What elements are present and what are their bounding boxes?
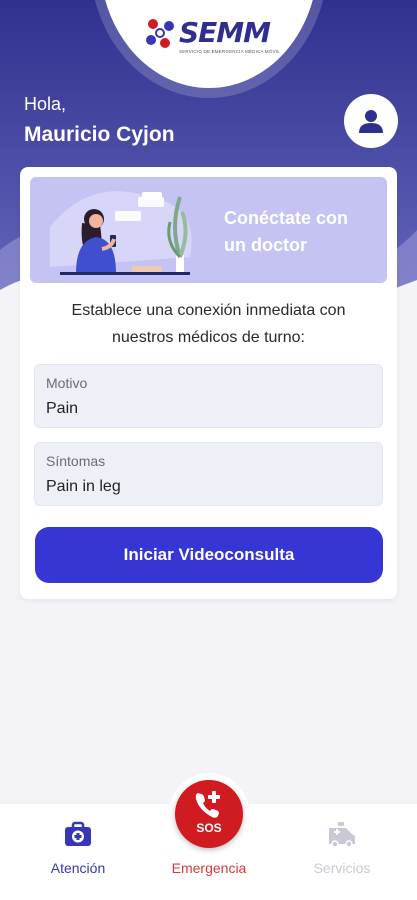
nav-label-atencion: Atención <box>50 860 106 876</box>
brand-subtitle: SERVICIO DE EMERGENCIA MÉDICA MÓVIL <box>179 49 280 54</box>
sintomas-value[interactable]: Pain in leg <box>46 478 121 496</box>
user-name: Mauricio Cyjon <box>24 123 175 146</box>
cross-logo-icon <box>146 19 174 48</box>
user-icon <box>359 110 383 133</box>
sos-label: SOS <box>196 821 222 835</box>
sos-button[interactable]: SOS <box>175 780 243 848</box>
medical-kit-icon <box>65 821 91 846</box>
banner-title: Conéctate con un doctor <box>224 208 349 255</box>
ambulance-icon <box>329 822 355 848</box>
sintomas-label: Síntomas <box>46 453 106 469</box>
brand-name: SEMM <box>179 16 271 49</box>
consult-card: Conéctate con un doctor Establece una co… <box>20 167 397 599</box>
start-videoconsult-button[interactable]: Iniciar Videoconsulta <box>35 527 383 583</box>
profile-button[interactable] <box>344 94 398 148</box>
card-description: Establece una conexión inmediata con nue… <box>71 302 346 346</box>
nav-label-servicios: Servicios <box>313 860 371 876</box>
motivo-label: Motivo <box>46 375 88 391</box>
nav-item-servicios[interactable]: Servicios <box>282 804 402 900</box>
motivo-field[interactable]: Motivo Pain <box>34 364 383 428</box>
sintomas-field[interactable]: Síntomas Pain in leg <box>34 442 383 506</box>
doctor-illustration <box>50 191 192 275</box>
motivo-value[interactable]: Pain <box>46 400 78 418</box>
greeting: Hola, Mauricio Cyjon <box>24 94 175 147</box>
nav-label-emergencia: Emergencia <box>171 860 247 876</box>
doctor-banner: Conéctate con un doctor <box>30 177 387 283</box>
brand-logo: SEMM SERVICIO DE EMERGENCIA MÉDICA MÓVIL <box>143 16 280 60</box>
nav-item-atencion[interactable]: Atención <box>18 804 138 900</box>
phone-plus-icon <box>195 791 220 818</box>
greeting-hello: Hola, <box>24 94 67 114</box>
